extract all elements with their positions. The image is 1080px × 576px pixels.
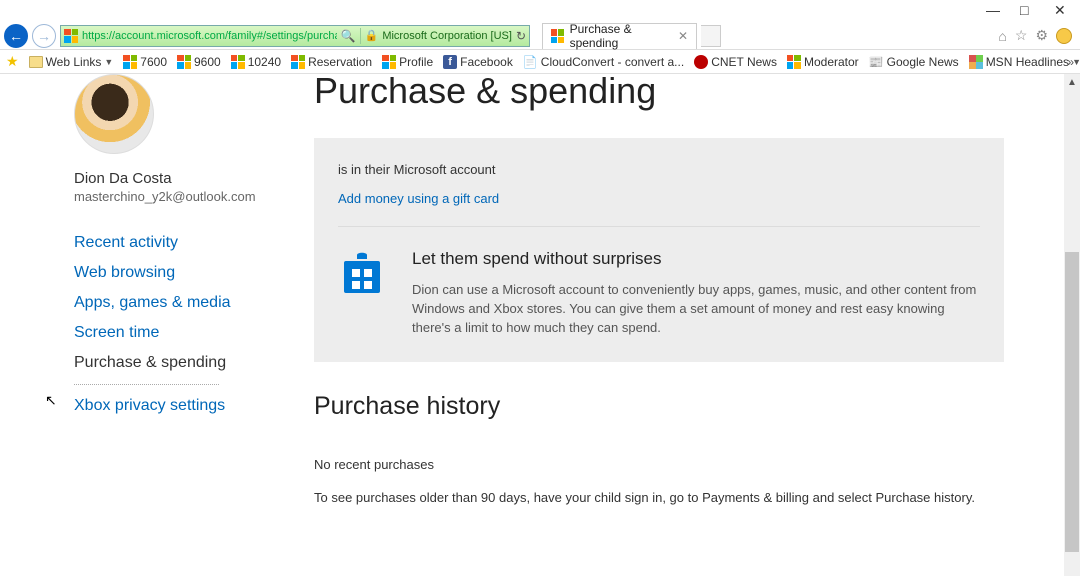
add-money-link[interactable]: Add money using a gift card [338, 191, 499, 206]
spend-heading: Let them spend without surprises [412, 249, 980, 269]
fav-google-news[interactable]: 📰Google News [869, 55, 959, 69]
tab-favicon-icon [551, 29, 564, 43]
fav-facebook[interactable]: fFacebook [443, 55, 513, 69]
sidebar-item-apps-games-media[interactable]: Apps, games & media [74, 294, 314, 312]
sidebar-item-recent-activity[interactable]: Recent activity [74, 234, 314, 252]
folder-icon [29, 56, 43, 68]
winflag-icon [231, 55, 245, 69]
url-input[interactable] [82, 30, 337, 42]
fav-cloudconvert[interactable]: 📄CloudConvert - convert a... [523, 55, 684, 69]
window-close-button[interactable]: ✕ [1054, 5, 1066, 17]
site-identity-label: Microsoft Corporation [US] [382, 30, 512, 42]
browser-tab-active[interactable]: Purchase & spending ✕ [542, 23, 697, 49]
urlbox-divider [360, 28, 361, 44]
sidebar-item-xbox-privacy[interactable]: Xbox privacy settings [74, 397, 314, 415]
winflag-icon [382, 55, 396, 69]
refresh-icon[interactable]: ↻ [516, 29, 526, 43]
avatar [74, 74, 154, 154]
winflag-icon [291, 55, 305, 69]
fav-7600[interactable]: 7600 [123, 55, 167, 69]
main-panel: Purchase & spending is in their Microsof… [314, 74, 1064, 576]
search-icon[interactable]: 🔍 [341, 29, 356, 43]
balance-panel: is in their Microsoft account Add money … [314, 138, 1004, 362]
winflag-icon [787, 55, 801, 69]
winflag-icon [123, 55, 137, 69]
fav-web-links[interactable]: Web Links▼ [29, 55, 114, 69]
window-minimize-button[interactable]: — [986, 5, 998, 17]
page-title: Purchase & spending [314, 74, 1004, 112]
spend-body-text: Dion can use a Microsoft account to conv… [412, 281, 980, 338]
fav-cnet[interactable]: CNET News [694, 55, 777, 69]
msn-icon [969, 55, 983, 69]
favorites-overflow-icon[interactable]: » [1067, 55, 1074, 69]
mouse-cursor-icon: ↖ [45, 392, 57, 409]
fav-9600[interactable]: 9600 [177, 55, 221, 69]
favorites-star-icon[interactable]: ☆ [1015, 27, 1028, 44]
sidebar-item-screen-time[interactable]: Screen time [74, 324, 314, 342]
settings-gear-icon[interactable]: ⚙ [1035, 27, 1048, 44]
new-tab-button[interactable] [701, 25, 721, 47]
chevron-down-icon: ▼ [104, 57, 113, 67]
feedback-smiley-icon[interactable] [1056, 28, 1072, 44]
balance-status-text: is in their Microsoft account [338, 162, 980, 177]
lock-icon: 🔒 [365, 29, 379, 42]
fav-moderator[interactable]: Moderator [787, 55, 859, 69]
no-recent-purchases-text: No recent purchases [314, 457, 1004, 472]
window-maximize-button[interactable]: □ [1020, 5, 1032, 17]
profile-name: Dion Da Costa [74, 170, 314, 187]
older-purchases-note: To see purchases older than 90 days, hav… [314, 490, 1004, 505]
home-icon[interactable]: ⌂ [998, 28, 1006, 44]
nav-back-button[interactable]: ← [4, 24, 28, 48]
vertical-scrollbar[interactable]: ▲ [1064, 74, 1080, 576]
shopping-bag-icon [338, 249, 386, 297]
nav-forward-button[interactable]: → [32, 24, 56, 48]
page-content: Dion Da Costa masterchino_y2k@outlook.co… [0, 74, 1064, 576]
balance-panel-top: is in their Microsoft account Add money … [338, 162, 980, 227]
favorites-bar: ★ Web Links▼ 7600 9600 10240 Reservation… [0, 50, 1080, 74]
add-favorite-icon[interactable]: ★ [6, 53, 19, 70]
fav-profile[interactable]: Profile [382, 55, 433, 69]
sidebar: Dion Da Costa masterchino_y2k@outlook.co… [74, 74, 314, 576]
toolbar-right: ⌂ ☆ ⚙ [998, 27, 1076, 44]
cnet-icon [694, 55, 708, 69]
url-box[interactable]: 🔍 🔒 Microsoft Corporation [US] ↻ [60, 25, 530, 47]
sidebar-item-purchase-spending[interactable]: Purchase & spending [74, 354, 314, 385]
scroll-up-button[interactable]: ▲ [1064, 74, 1080, 90]
google-icon: 📰 [869, 55, 884, 69]
sidebar-item-web-browsing[interactable]: Web browsing [74, 264, 314, 282]
site-favicon-icon [64, 29, 78, 43]
fav-reservation[interactable]: Reservation [291, 55, 372, 69]
fav-msn[interactable]: MSN Headlines▼ [969, 55, 1080, 69]
address-bar: ← → 🔍 🔒 Microsoft Corporation [US] ↻ Pur… [0, 22, 1080, 50]
tab-close-button[interactable]: ✕ [678, 29, 688, 43]
window-titlebar: — □ ✕ [0, 0, 1080, 22]
fav-10240[interactable]: 10240 [231, 55, 281, 69]
scroll-thumb[interactable] [1065, 252, 1079, 552]
profile-email: masterchino_y2k@outlook.com [74, 189, 314, 204]
cloudconvert-icon: 📄 [523, 55, 538, 69]
spend-info-row: Let them spend without surprises Dion ca… [338, 249, 980, 338]
facebook-icon: f [443, 55, 457, 69]
purchase-history-heading: Purchase history [314, 392, 1004, 421]
tab-title: Purchase & spending [570, 22, 672, 50]
winflag-icon [177, 55, 191, 69]
